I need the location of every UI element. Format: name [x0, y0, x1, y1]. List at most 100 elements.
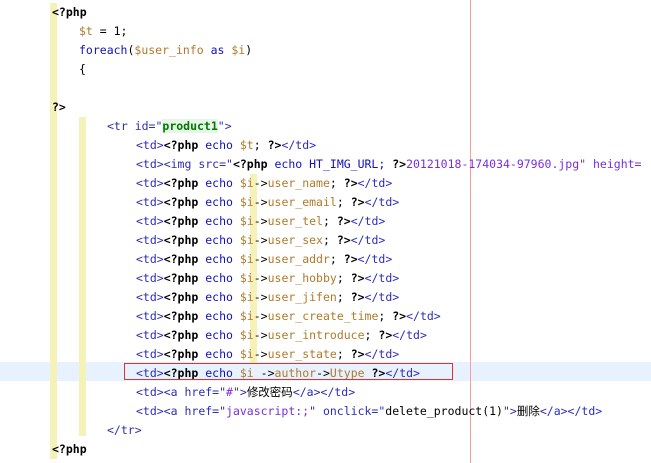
code-line[interactable]: <?php [52, 3, 87, 22]
code-token: user_introduce [267, 328, 365, 342]
code-token: user_addr [267, 252, 330, 266]
code-line[interactable]: <td><img src="<?php echo HT_IMG_URL; ?>2… [136, 155, 641, 174]
code-line[interactable]: { [79, 60, 86, 79]
code-token: user_create_time [267, 309, 379, 323]
code-line[interactable]: <td><?php echo $i->user_tel; ?></td> [136, 212, 385, 231]
code-token: <td> [136, 252, 164, 266]
code-line[interactable]: <td><?php echo $i->user_addr; ?></td> [136, 250, 392, 269]
code-token: <a href=" [163, 404, 227, 418]
code-token: ; [364, 328, 379, 342]
code-token: echo [198, 271, 240, 285]
code-token: <td> [136, 328, 164, 342]
code-token: -> [253, 347, 268, 361]
code-token: -> [253, 233, 268, 247]
code-token: $i [231, 43, 246, 57]
code-token: as [203, 43, 232, 57]
code-line[interactable]: <?php [52, 440, 87, 459]
code-token: <?php [163, 195, 199, 209]
code-token: <td> [136, 195, 164, 209]
code-token: ?> [343, 176, 358, 190]
code-line[interactable]: <td><a href="javascript:;" onclick="dele… [136, 402, 602, 421]
code-line[interactable]: <td><?php echo $i->user_state; ?></td> [136, 345, 399, 364]
code-token: user_state [267, 347, 337, 361]
code-editor[interactable]: <?php $t = 1; foreach($user_info as $i){ ?>… [0, 0, 651, 463]
code-token: -> [253, 252, 268, 266]
code-line[interactable]: ?> [52, 98, 66, 117]
code-token: </td> [364, 195, 400, 209]
code-token: <td> [136, 157, 164, 171]
code-token: ?> [343, 252, 358, 266]
code-token: <tr id=" [107, 119, 163, 133]
code-token: ; [336, 271, 351, 285]
code-token: </td> [364, 271, 400, 285]
code-line[interactable]: <td><?php echo $i->user_email; ?></td> [136, 193, 399, 212]
code-token: <?php [163, 347, 199, 361]
indent-guide [50, 3, 57, 459]
code-line[interactable]: <tr id="product1"> [107, 117, 232, 136]
code-token: echo [198, 347, 240, 361]
right-margin-line [470, 0, 471, 463]
editor-gutter [0, 0, 50, 463]
code-token: <?php [163, 252, 199, 266]
code-token: <?php [163, 309, 199, 323]
code-token: <a href=" [163, 385, 227, 399]
code-line[interactable]: <td><?php echo $i->user_name; ?></td> [136, 174, 392, 193]
code-token: $i [239, 176, 254, 190]
code-token: ; [253, 138, 268, 152]
code-line[interactable]: <td><?php echo $i->user_jifen; ?></td> [136, 288, 399, 307]
code-token: user_email [267, 195, 337, 209]
code-token: <?php [52, 5, 87, 19]
code-token: $t [79, 24, 93, 38]
code-token: # [226, 385, 233, 399]
code-line[interactable]: <td><?php echo $i->user_create_time; ?><… [136, 307, 441, 326]
code-token: <td> [136, 309, 164, 323]
code-line[interactable]: <td><?php echo $i->user_hobby; ?></td> [136, 269, 399, 288]
code-token: echo [198, 328, 240, 342]
code-token: $i [239, 214, 254, 228]
code-token: ?> [392, 157, 407, 171]
code-token: </td> [350, 214, 386, 228]
code-token: <td> [136, 138, 164, 152]
code-token: $i [239, 290, 254, 304]
code-line[interactable]: </tr> [107, 421, 142, 440]
code-token: <?php [163, 328, 199, 342]
code-token: delete_product(1) [385, 404, 503, 418]
annotation-highlight-box [124, 363, 453, 380]
code-token: $i [239, 233, 254, 247]
code-token: " onclick=" [309, 404, 386, 418]
code-token: $i [239, 309, 254, 323]
code-token: echo [198, 290, 240, 304]
code-line[interactable]: <td><?php echo $t; ?></td> [136, 136, 316, 155]
indent-guide [79, 117, 86, 436]
code-token: 修改密码 [246, 385, 293, 399]
code-token: </td> [364, 347, 400, 361]
code-token: ?> [350, 290, 365, 304]
code-line[interactable]: <td><?php echo $i->user_sex; ?></td> [136, 231, 385, 250]
code-token: "> [502, 404, 517, 418]
code-token: user_name [267, 176, 330, 190]
code-token: $i [239, 195, 254, 209]
code-token: $i [239, 271, 254, 285]
code-token: -> [253, 176, 268, 190]
code-token: ?> [336, 233, 351, 247]
code-token: 删除 [516, 404, 540, 418]
code-token: ; [322, 214, 337, 228]
code-line[interactable]: $t = 1; [79, 22, 127, 41]
code-token: echo [198, 176, 240, 190]
code-token: ; [336, 290, 351, 304]
code-token: <td> [136, 404, 164, 418]
code-token: ?> [350, 347, 365, 361]
code-token: user_sex [267, 233, 323, 247]
code-line[interactable]: foreach($user_info as $i) [79, 41, 252, 60]
code-token: echo [198, 138, 240, 152]
code-token: </td> [320, 385, 356, 399]
code-token: echo [198, 195, 240, 209]
code-token: -> [253, 309, 268, 323]
code-line[interactable]: <td><?php echo $i->user_introduce; ?></t… [136, 326, 427, 345]
code-token: echo [198, 214, 240, 228]
code-token: echo [198, 233, 240, 247]
code-token: <td> [136, 214, 164, 228]
code-line[interactable]: <td><a href="#">修改密码</a></td> [136, 383, 355, 402]
code-token: -> [253, 214, 268, 228]
code-token: <td> [136, 385, 164, 399]
